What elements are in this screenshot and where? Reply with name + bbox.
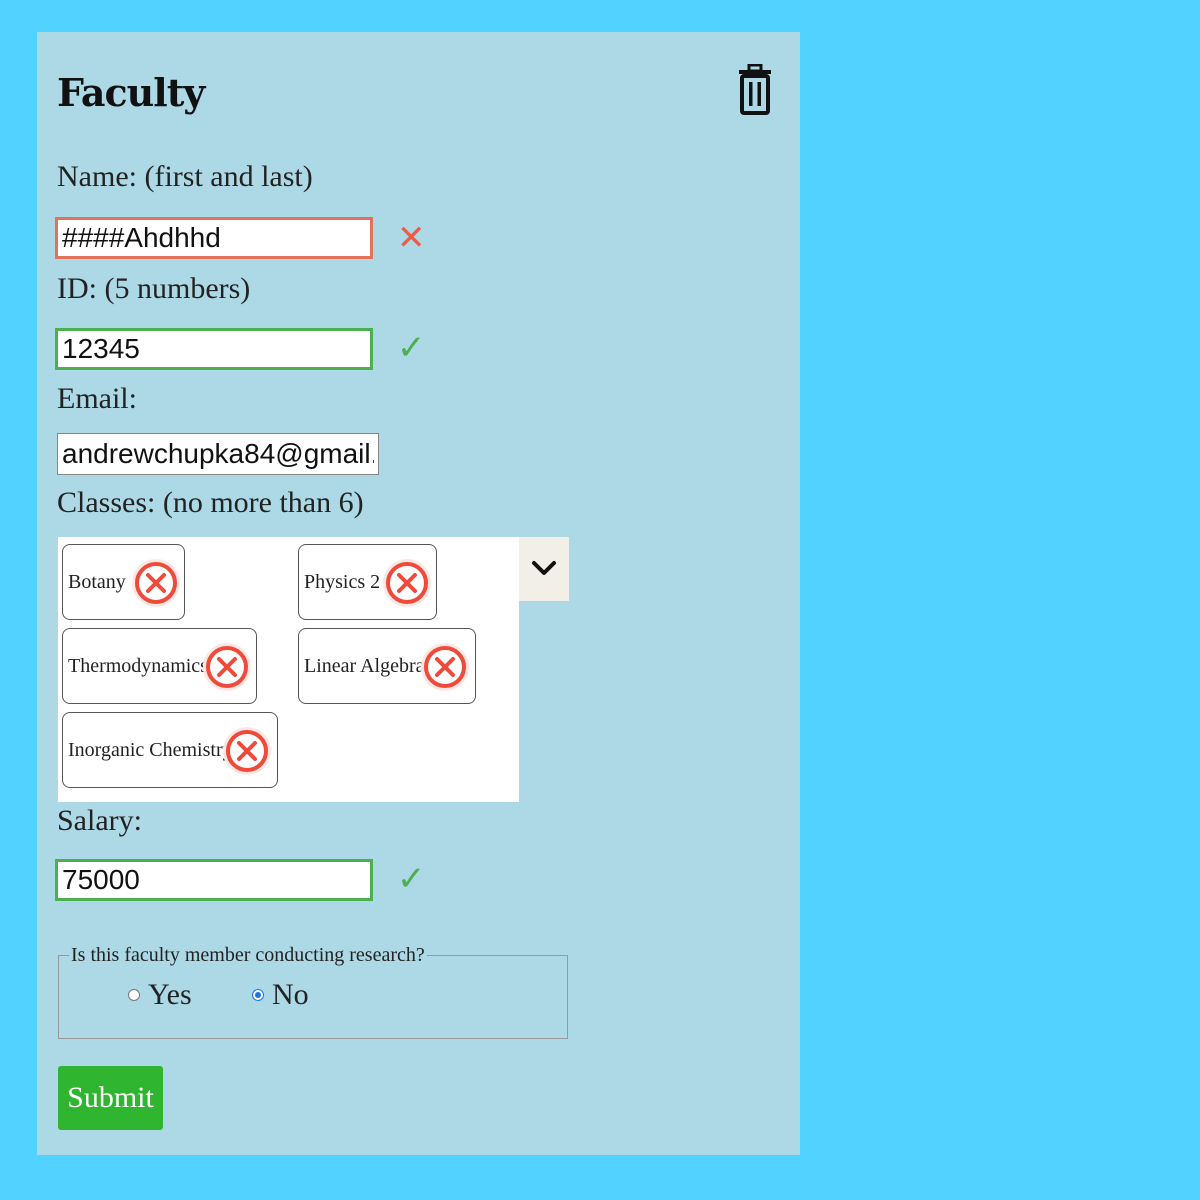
class-chip-botany: Botany [62, 544, 185, 620]
check-icon: ✓ [397, 859, 426, 899]
class-chip-inorganic-chemistry: Inorganic Chemistry [62, 712, 278, 788]
radio-no[interactable] [252, 989, 264, 1001]
name-label: Name: (first and last) [57, 160, 313, 193]
check-icon: ✓ [397, 328, 426, 368]
salary-field[interactable] [55, 859, 373, 901]
remove-circle-icon[interactable] [222, 726, 272, 776]
remove-circle-icon[interactable] [202, 642, 252, 692]
remove-circle-icon[interactable] [382, 558, 432, 608]
class-chip-label: Linear Algebra [304, 654, 425, 677]
trash-icon[interactable] [737, 64, 773, 116]
class-chip-linear-algebra: Linear Algebra [298, 628, 476, 704]
form-title: Faculty [57, 70, 205, 115]
email-field[interactable] [57, 433, 379, 475]
class-chip-label: Inorganic Chemistry [68, 738, 233, 761]
submit-button[interactable]: Submit [58, 1066, 163, 1130]
x-icon: ✕ [397, 218, 426, 258]
id-field[interactable] [55, 328, 373, 370]
class-chip-thermodynamics: Thermodynamics [62, 628, 257, 704]
class-chip-label: Thermodynamics [68, 654, 208, 677]
chevron-down-icon[interactable] [519, 537, 569, 601]
class-chip-label: Physics 2 [304, 570, 381, 593]
radio-yes[interactable] [128, 989, 140, 1001]
radio-no-label: No [272, 978, 309, 1011]
remove-circle-icon[interactable] [420, 642, 470, 692]
research-option-yes[interactable]: Yes [128, 978, 192, 1012]
classes-label: Classes: (no more than 6) [57, 486, 364, 519]
name-field[interactable] [55, 217, 373, 259]
salary-label: Salary: [57, 804, 142, 837]
class-chip-label: Botany [68, 570, 126, 593]
remove-circle-icon[interactable] [131, 558, 181, 608]
class-chip-physics-2: Physics 2 [298, 544, 437, 620]
research-option-no[interactable]: No [252, 978, 309, 1012]
radio-yes-label: Yes [148, 978, 192, 1011]
research-legend: Is this faculty member conducting resear… [71, 944, 425, 966]
id-label: ID: (5 numbers) [57, 272, 251, 305]
email-label: Email: [57, 382, 137, 415]
